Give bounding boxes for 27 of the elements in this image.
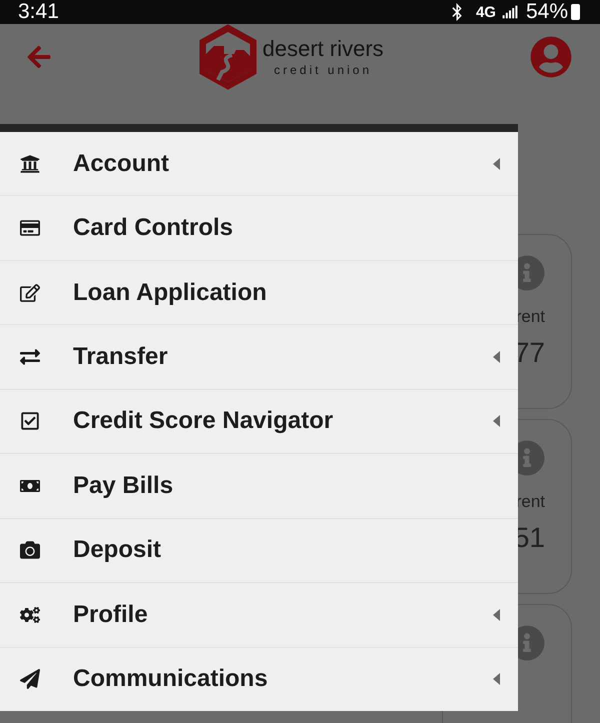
profile-icon[interactable] <box>530 36 572 78</box>
edit-icon <box>20 282 40 303</box>
transfer-icon <box>20 347 40 368</box>
check-icon <box>20 411 40 432</box>
menu-item[interactable]: Loan Application <box>0 260 518 326</box>
plane-icon <box>20 669 40 690</box>
menu-item[interactable]: Account <box>0 132 518 196</box>
menu-item[interactable]: Card Controls <box>0 196 518 261</box>
menu-item[interactable]: Transfer <box>0 325 518 390</box>
clock-time: 3:41 <box>18 0 59 24</box>
menu-item[interactable]: Credit Score Navigator <box>0 390 518 454</box>
brand-name: desert rivers <box>262 38 384 60</box>
menu-item[interactable]: Communications <box>0 648 518 711</box>
gears-icon <box>20 604 40 625</box>
signal-icon <box>502 4 518 20</box>
menu-item[interactable]: Deposit <box>0 518 518 584</box>
logo-icon <box>198 24 258 90</box>
brand-tagline: credit union <box>274 62 372 76</box>
bank-icon <box>20 154 40 174</box>
battery-icon <box>571 4 580 20</box>
camera-icon <box>20 540 40 560</box>
card-icon <box>20 218 40 238</box>
back-arrow-icon[interactable] <box>26 44 52 70</box>
battery-percentage: 54% <box>526 0 568 24</box>
network-type: 4G <box>476 4 496 20</box>
menu-item[interactable]: Pay Bills <box>0 454 518 519</box>
menu-item[interactable]: Profile <box>0 583 518 648</box>
